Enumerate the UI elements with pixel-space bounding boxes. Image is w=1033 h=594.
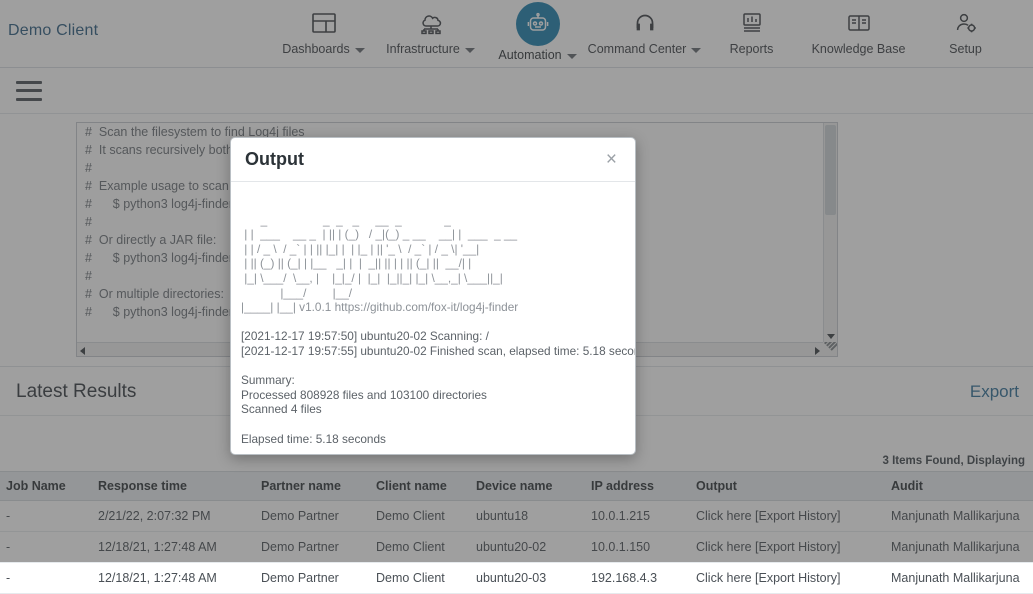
close-icon[interactable]: ×	[602, 148, 621, 171]
cell-response-time: 12/18/21, 1:27:48 AM	[92, 563, 255, 594]
cell-client-name[interactable]: Demo Client	[370, 563, 470, 594]
modal-header: Output ×	[231, 138, 635, 182]
cell-output-link[interactable]: Click here [Export History]	[690, 563, 885, 594]
table-row[interactable]: - 12/18/21, 1:27:48 AM Demo Partner Demo…	[0, 563, 1033, 594]
ascii-banner: _ _ _ _ __ _ _ | | ___ __ _ | || | (_) /…	[241, 213, 517, 300]
summary-label: Summary:	[241, 373, 295, 387]
log-line-1: [2021-12-17 19:57:50] ubuntu20-02 Scanni…	[241, 329, 489, 343]
cell-device-name[interactable]: ubuntu20-03	[470, 563, 585, 594]
output-modal: Output × _ _ _ _ __ _ _ | | ___ __ _ | |…	[230, 137, 636, 455]
ascii-version-line: |____| |__| v1.0.1 https://github.com/fo…	[241, 300, 518, 314]
elapsed-time: Elapsed time: 5.18 seconds	[241, 432, 386, 446]
modal-title: Output	[245, 149, 304, 170]
summary-processed: Processed 808928 files and 103100 direct…	[241, 388, 487, 402]
cell-ip-address: 192.168.4.3	[585, 563, 690, 594]
log-line-2: [2021-12-17 19:57:55] ubuntu20-02 Finish…	[241, 344, 635, 358]
cell-audit: Manjunath Mallikarjuna	[885, 563, 1033, 594]
summary-scanned: Scanned 4 files	[241, 402, 322, 416]
modal-output-text: _ _ _ _ __ _ _ | | ___ __ _ | || | (_) /…	[231, 182, 635, 454]
cell-partner-name[interactable]: Demo Partner	[255, 563, 370, 594]
cell-job-name: -	[0, 563, 92, 594]
